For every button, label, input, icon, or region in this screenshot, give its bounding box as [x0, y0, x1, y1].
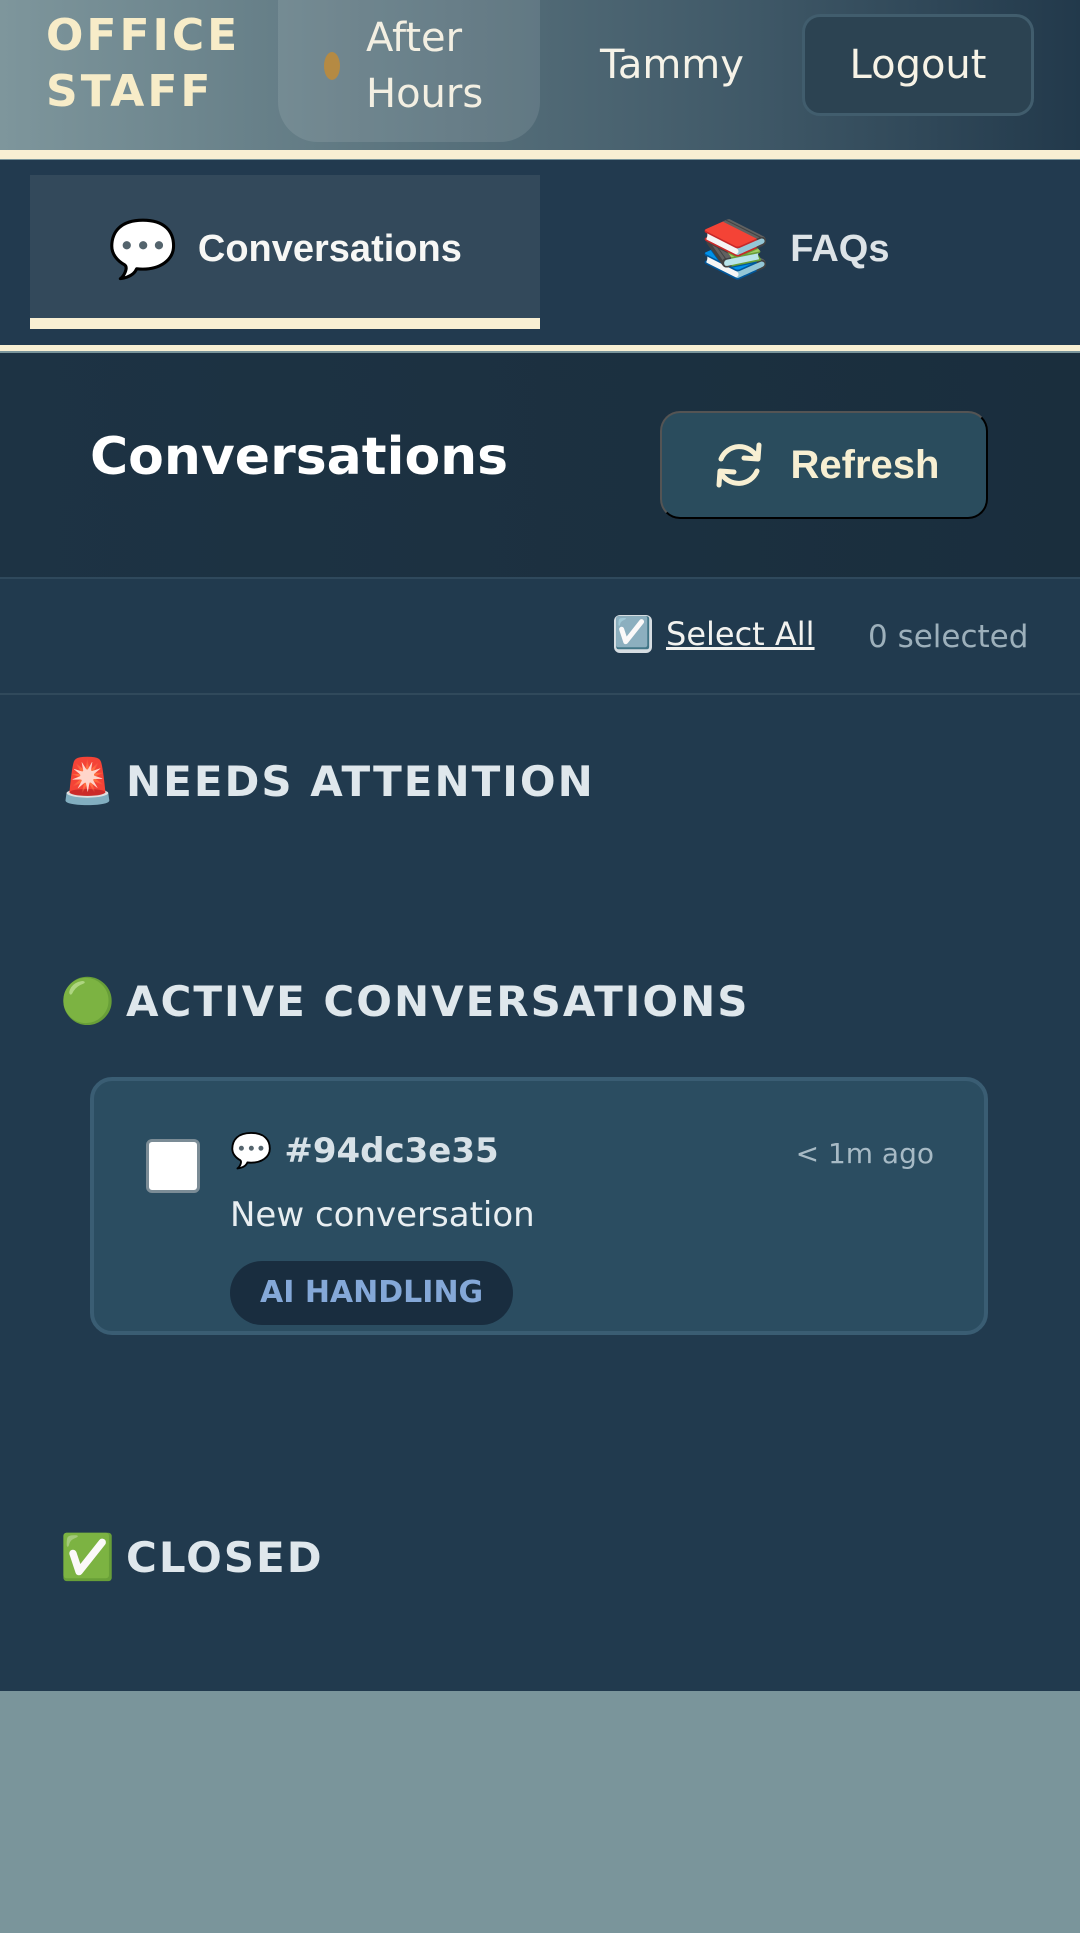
- green-circle-icon: 🟢: [60, 976, 117, 1027]
- tab-conversations[interactable]: 💬 Conversations: [30, 175, 540, 323]
- select-all-button[interactable]: ☑️ Select All: [614, 615, 815, 653]
- section-active: 🟢 ACTIVE CONVERSATIONS: [60, 975, 750, 1027]
- conversation-preview: New conversation: [230, 1195, 535, 1235]
- status-line-2: Hours: [366, 71, 484, 117]
- tab-faqs[interactable]: 📚 FAQs: [540, 175, 1050, 323]
- selected-count: 0 selected: [868, 619, 1029, 655]
- status-line-1: After: [366, 15, 463, 61]
- status-dot-icon: [324, 52, 340, 80]
- conversation-card[interactable]: 💬 #94dc3e35 < 1m ago New conversation AI…: [90, 1077, 988, 1335]
- user-name: Tammy: [600, 42, 744, 88]
- conversation-id: #94dc3e35: [284, 1131, 499, 1171]
- brand-logo: OFFICE STAFF: [46, 8, 240, 120]
- refresh-button[interactable]: Refresh: [660, 411, 988, 519]
- conversation-time: < 1m ago: [795, 1137, 934, 1170]
- brand-line-2: STAFF: [46, 66, 214, 117]
- books-icon: 📚: [700, 217, 771, 280]
- tab-conversations-label: Conversations: [197, 227, 462, 270]
- availability-status[interactable]: After Hours: [278, 0, 540, 142]
- main-panel: Conversations Refresh ☑️ Select All 0 se…: [0, 353, 1080, 1691]
- check-mark-icon: ✅: [60, 1532, 117, 1583]
- logout-button[interactable]: Logout: [802, 14, 1034, 116]
- conversation-checkbox[interactable]: [146, 1139, 200, 1193]
- section-closed: ✅ CLOSED: [60, 1531, 324, 1583]
- tab-faqs-label: FAQs: [790, 227, 890, 270]
- speech-bubble-icon: 💬: [108, 217, 178, 280]
- section-needs-attention: 🚨 NEEDS ATTENTION: [60, 755, 595, 807]
- checkbox-icon: ☑️: [614, 615, 652, 653]
- brand-line-1: OFFICE: [46, 10, 241, 61]
- page-title: Conversations: [90, 427, 509, 487]
- siren-icon: 🚨: [60, 756, 117, 807]
- tabs-divider: [0, 345, 1080, 351]
- app-header: OFFICE STAFF After Hours Tammy Logout: [0, 0, 1080, 152]
- select-all-label: Select All: [666, 615, 815, 653]
- section-active-label: ACTIVE CONVERSATIONS: [126, 976, 750, 1026]
- refresh-icon: [716, 442, 762, 488]
- speech-bubble-icon: 💬: [230, 1131, 273, 1171]
- section-closed-label: CLOSED: [126, 1532, 324, 1582]
- status-badge: AI HANDLING: [230, 1261, 514, 1325]
- selection-toolbar: ☑️ Select All 0 selected: [0, 581, 1080, 695]
- active-tab-indicator: [30, 318, 540, 329]
- section-needs-attention-label: NEEDS ATTENTION: [126, 756, 595, 806]
- refresh-label: Refresh: [790, 442, 940, 487]
- page-header: Conversations Refresh: [0, 353, 1080, 579]
- header-divider: [0, 150, 1080, 159]
- tab-bar: 💬 Conversations 📚 FAQs: [0, 160, 1080, 345]
